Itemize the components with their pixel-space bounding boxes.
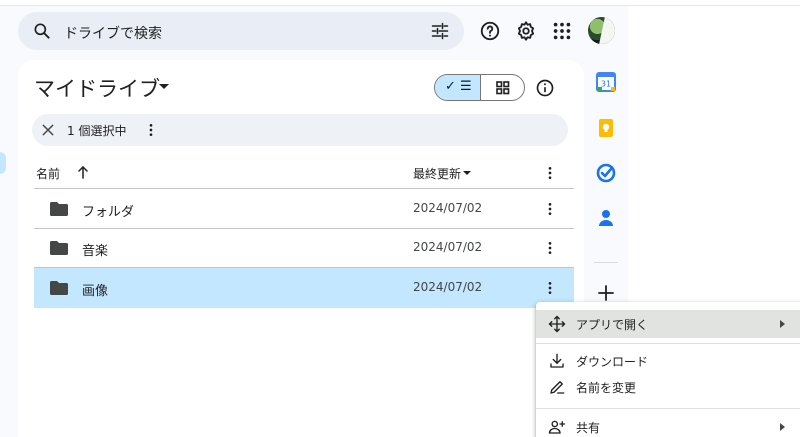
folder-icon	[50, 241, 68, 255]
row-more-icon[interactable]	[542, 280, 558, 296]
info-icon[interactable]	[535, 78, 555, 98]
clear-selection-icon[interactable]	[40, 122, 56, 138]
file-row[interactable]: 音楽 2024/07/02	[34, 228, 574, 268]
nav-indicator	[0, 152, 6, 174]
modified-sort-dropdown-icon[interactable]	[463, 171, 471, 175]
tasks-icon[interactable]	[596, 163, 616, 183]
title-dropdown-icon[interactable]	[159, 84, 169, 89]
column-options-icon[interactable]	[542, 165, 558, 181]
file-name: フォルダ	[82, 205, 135, 220]
file-name: 画像	[82, 284, 109, 299]
menu-item-label: アプリで開く	[576, 318, 649, 332]
column-header-modified[interactable]: 最終更新	[413, 165, 461, 182]
context-menu: アプリで開く ダウンロード 名前を変更 共有	[536, 302, 800, 437]
selection-toolbar: 1 個選択中	[32, 114, 568, 146]
account-avatar[interactable]	[588, 17, 615, 44]
menu-item-share[interactable]: 共有	[536, 413, 800, 437]
sort-arrow-up-icon[interactable]	[77, 165, 89, 179]
file-date: 2024/07/02	[413, 201, 483, 215]
menu-item-rename[interactable]: 名前を変更	[536, 373, 800, 401]
apps-grid-icon[interactable]	[551, 20, 573, 42]
share-person-add-icon	[548, 420, 566, 434]
file-name: 音楽	[82, 244, 109, 259]
check-list-icon: ✓ ☰	[445, 79, 472, 94]
keep-icon[interactable]	[596, 118, 616, 138]
help-icon[interactable]	[479, 20, 501, 42]
submenu-arrow-icon	[780, 320, 785, 328]
menu-item-label: ダウンロード	[576, 355, 649, 369]
menu-divider	[536, 343, 800, 344]
contacts-icon[interactable]	[596, 208, 616, 228]
submenu-arrow-icon	[780, 423, 785, 431]
folder-icon	[50, 281, 68, 295]
calendar-icon[interactable]: 31	[596, 72, 616, 92]
settings-gear-icon[interactable]	[515, 20, 537, 42]
file-row-selected[interactable]: 画像 2024/07/02	[34, 268, 574, 308]
grid-view-button[interactable]	[481, 75, 525, 100]
file-row[interactable]: フォルダ 2024/07/02	[34, 189, 574, 229]
file-date: 2024/07/02	[413, 240, 483, 254]
column-header-name[interactable]: 名前	[36, 165, 60, 182]
list-view-button[interactable]: ✓ ☰	[435, 75, 481, 100]
download-icon	[550, 353, 564, 368]
search-input[interactable]: ドライブで検索	[64, 23, 162, 43]
selection-more-icon[interactable]	[143, 122, 159, 138]
rename-icon	[550, 381, 565, 394]
menu-item-label: 共有	[576, 421, 601, 435]
menu-item-label: 名前を変更	[576, 381, 637, 395]
side-panel-divider	[594, 262, 618, 263]
folder-icon	[50, 202, 68, 216]
search-options-icon[interactable]	[430, 21, 450, 41]
menu-divider	[536, 408, 800, 409]
search-bar[interactable]: ドライブで検索	[18, 12, 464, 50]
selection-count: 1 個選択中	[67, 124, 127, 138]
file-date: 2024/07/02	[413, 280, 483, 294]
row-more-icon[interactable]	[542, 240, 558, 256]
open-with-icon	[548, 315, 566, 333]
search-icon	[34, 23, 50, 39]
menu-item-download[interactable]: ダウンロード	[536, 347, 800, 375]
add-addon-icon[interactable]	[596, 283, 616, 303]
menu-item-open-with[interactable]: アプリで開く	[536, 310, 800, 338]
calendar-day: 31	[601, 80, 611, 89]
view-toggle: ✓ ☰	[434, 74, 525, 101]
page-title[interactable]: マイドライブ	[34, 73, 160, 103]
row-more-icon[interactable]	[542, 201, 558, 217]
